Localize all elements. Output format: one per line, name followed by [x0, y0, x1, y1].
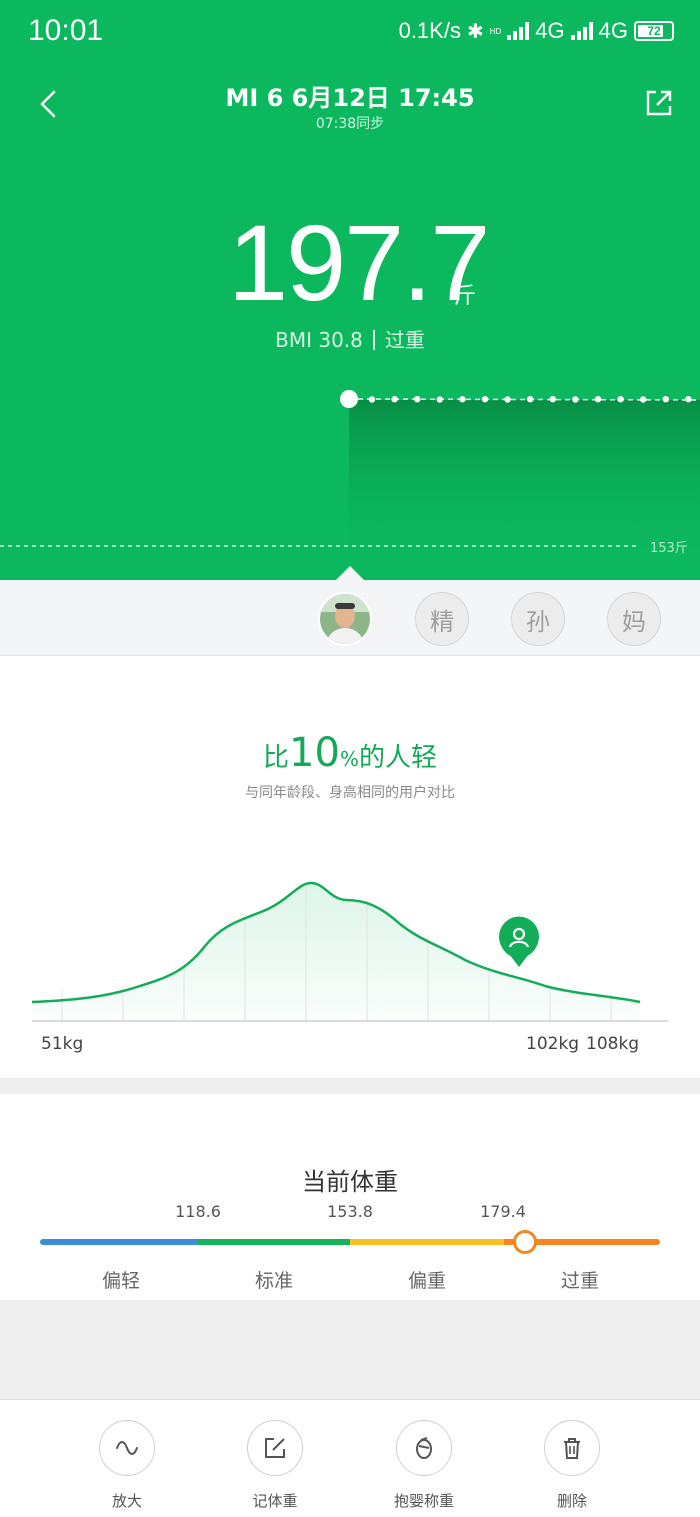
trend-point[interactable]: [436, 396, 443, 403]
trend-point[interactable]: [549, 396, 556, 403]
status-indicators: 0.1K/s ✱ HD 4G 4G 72: [399, 18, 674, 44]
threshold-3: 179.4: [480, 1202, 526, 1221]
axis-label-user: 102kg: [526, 1034, 580, 1054]
weight-value: 197.7: [228, 202, 490, 323]
reference-label: 153斤: [650, 541, 688, 556]
network-type-2: 4G: [598, 18, 628, 43]
signal-icon: [507, 22, 530, 40]
trend-point[interactable]: [594, 396, 602, 403]
share-button[interactable]: [644, 88, 674, 118]
scale-segment-slightly-heavy: [350, 1239, 504, 1245]
avatar-user-2[interactable]: 孙: [511, 592, 565, 646]
comparison-subtitle: 与同年龄段、身高相同的用户对比: [245, 785, 455, 801]
category-overweight: 过重: [560, 1270, 599, 1292]
current-weight-marker[interactable]: [513, 1230, 537, 1254]
zoom-label: 放大: [111, 1492, 142, 1510]
delete-button[interactable]: 删除: [512, 1420, 632, 1512]
record-weight-label: 记体重: [252, 1492, 298, 1510]
status-time: 10:01: [28, 14, 104, 47]
bmi-value: BMI 30.8: [275, 328, 363, 352]
category-underweight: 偏轻: [101, 1270, 140, 1292]
divider: [372, 330, 375, 350]
trash-icon: [544, 1420, 600, 1476]
peer-comparison-card: 比10%的人轻 与同年龄段、身高相同的用户对比 51kg 102kg 108kg: [0, 656, 700, 1078]
comparison-suffix: 的人轻: [358, 743, 437, 773]
signal-icon-2: [570, 22, 593, 40]
trend-point[interactable]: [414, 396, 421, 403]
baby-icon: [396, 1420, 452, 1476]
selection-pointer: [336, 566, 364, 580]
avatar-user-1[interactable]: 精: [415, 592, 469, 646]
threshold-2: 153.8: [327, 1202, 373, 1221]
network-type: 4G: [535, 18, 565, 43]
baby-weigh-button[interactable]: 抱婴称重: [364, 1420, 484, 1512]
user-photo: [320, 594, 370, 644]
trend-point[interactable]: [662, 396, 669, 403]
weight-unit: 斤: [454, 284, 477, 309]
trend-line: [348, 398, 700, 401]
threshold-1: 118.6: [175, 1202, 221, 1221]
trend-point[interactable]: [617, 396, 624, 403]
trend-points: [368, 396, 692, 403]
page-title: MI 6 6月12日 17:45: [225, 84, 475, 112]
sync-time: 07:38同步: [315, 116, 385, 132]
comparison-percent: 10: [289, 730, 340, 776]
bmi-status: 过重: [384, 328, 425, 352]
comparison-headline: 比10%的人轻: [0, 730, 700, 776]
avatar-user-3[interactable]: 妈: [607, 592, 661, 646]
trend-point[interactable]: [481, 396, 489, 403]
hd-badge: HD: [489, 26, 502, 36]
trend-point[interactable]: [391, 396, 398, 403]
delete-label: 删除: [556, 1492, 587, 1510]
trend-point[interactable]: [368, 396, 376, 403]
trend-point[interactable]: [572, 396, 579, 403]
app-root: 10:01 0.1K/s ✱ HD 4G 4G 72 MI 6 6月12日 17…: [0, 0, 700, 1517]
edit-icon: [247, 1420, 303, 1476]
current-weight-card: 当前体重 118.6 153.8 179.4 偏轻 标准 偏重 过重: [0, 1094, 700, 1300]
battery-level: 72: [647, 24, 661, 38]
battery-icon: 72: [634, 21, 674, 41]
category-slightly-heavy: 偏重: [407, 1270, 446, 1292]
trend-point[interactable]: [459, 396, 466, 403]
scale-segment-underweight: [40, 1239, 198, 1245]
bluetooth-icon: ✱: [466, 20, 484, 43]
scale-segment-normal: [198, 1239, 350, 1245]
user-selector: 精 孙 妈: [0, 566, 700, 656]
record-weight-button[interactable]: 记体重: [215, 1420, 335, 1512]
trend-current-point[interactable]: [340, 390, 358, 408]
trend-point[interactable]: [685, 396, 692, 403]
weight-header: 10:01 0.1K/s ✱ HD 4G 4G 72 MI 6 6月12日 17…: [0, 0, 700, 580]
share-icon: [646, 90, 672, 116]
zoom-button[interactable]: 放大: [67, 1420, 187, 1512]
user-position-marker: [498, 916, 539, 967]
section-divider: [0, 1078, 700, 1094]
trend-point[interactable]: [504, 396, 511, 403]
axis-label-min: 51kg: [41, 1034, 84, 1054]
axis-label-max: 108kg: [586, 1034, 640, 1054]
status-bar: 10:01 0.1K/s ✱ HD 4G 4G 72: [0, 0, 700, 62]
net-speed: 0.1K/s: [398, 18, 461, 43]
avatar-current-user[interactable]: [318, 592, 372, 646]
bmi-row: BMI 30.8 过重: [0, 324, 700, 353]
current-weight-title: 当前体重: [302, 1168, 398, 1196]
empty-area: [0, 1300, 700, 1400]
comparison-percent-sign: %: [339, 747, 359, 771]
category-normal: 标准: [254, 1270, 293, 1292]
trend-point[interactable]: [640, 396, 647, 403]
trend-point[interactable]: [527, 396, 534, 403]
bottom-toolbar: 放大 记体重 抱婴称重 删除: [0, 1400, 700, 1517]
weight-distribution-chart: [31, 881, 668, 1022]
weight-trend-chart[interactable]: 153斤: [0, 380, 700, 580]
zoom-icon: [99, 1420, 155, 1476]
comparison-prefix: 比: [263, 743, 290, 773]
baby-weigh-label: 抱婴称重: [393, 1492, 454, 1510]
trend-area: [349, 400, 700, 560]
